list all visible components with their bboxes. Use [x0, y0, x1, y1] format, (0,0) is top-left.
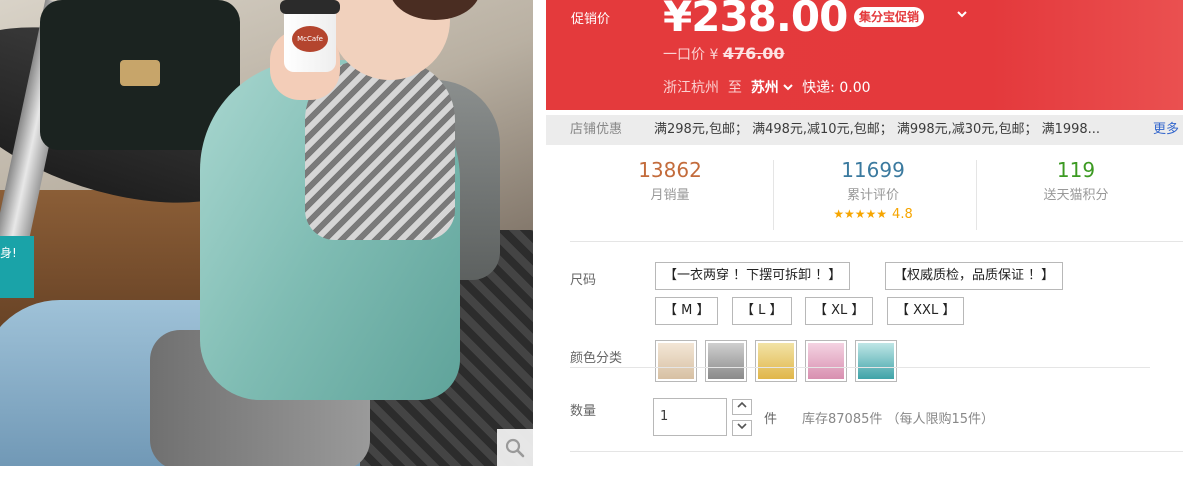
color-label: 颜色分类	[570, 351, 623, 366]
magnifier-icon	[505, 438, 525, 457]
size-option[interactable]: 【一衣两穿 ！下摆可拆卸 ！】	[655, 262, 851, 290]
size-option-xl[interactable]: 【 XL 】	[805, 297, 874, 325]
photo-cup-logo: McCafe	[292, 26, 328, 52]
stat-caption: 月销量	[650, 188, 690, 203]
caret-up-icon	[737, 401, 747, 408]
product-main-image[interactable]: McCafe 身!	[0, 0, 533, 466]
stat-value: 11699	[841, 158, 905, 182]
original-price-value: 476.00	[722, 44, 785, 63]
quantity-label: 数量	[570, 404, 597, 419]
size-label: 尺码	[570, 273, 597, 288]
shipping-line: 浙江杭州 至 苏州 快递: 0.00	[663, 77, 871, 97]
divider	[570, 241, 1183, 242]
stat-monthly-sales: 13862 月销量	[570, 158, 770, 203]
quantity-decrease-button[interactable]	[732, 420, 752, 436]
size-option-m[interactable]: 【 M 】	[655, 297, 719, 325]
size-option[interactable]: 【权威质检，品质保证 ！】	[885, 262, 1064, 290]
stock-info: 库存87085件 （每人限购15件）	[802, 412, 995, 427]
shop-promo-more-link[interactable]: 更多	[1153, 115, 1179, 145]
quantity-increase-button[interactable]	[732, 399, 752, 415]
shop-promo-bar: 店铺优惠 满298元,包邮； 满498元,减10元,包邮； 满998元,减30元…	[546, 115, 1183, 145]
original-price: 一口价 ¥ 476.00	[663, 44, 785, 64]
shop-promo-text: 满298元,包邮； 满498元,减10元,包邮； 满998元,减30元,包邮； …	[654, 122, 1101, 137]
color-swatch[interactable]	[655, 340, 697, 382]
stat-value: 13862	[638, 158, 702, 182]
swatch-thumb	[708, 343, 744, 379]
swatch-thumb	[808, 343, 844, 379]
stat-caption: 送天猫积分	[1043, 188, 1109, 203]
stat-value: 119	[1056, 158, 1096, 182]
original-price-label: 一口价 ¥	[663, 47, 719, 63]
size-option-xxl[interactable]: 【 XXL 】	[887, 297, 965, 325]
swatch-thumb	[658, 343, 694, 379]
ship-to-city-select[interactable]: 苏州	[751, 80, 779, 96]
shop-promo-label: 店铺优惠	[570, 122, 623, 137]
quantity-input[interactable]: 1	[653, 398, 727, 436]
rating-score: 4.8	[892, 207, 913, 222]
star-icons: ★★★★★	[833, 207, 888, 221]
photo-bag-plate	[120, 60, 160, 86]
promo-price-label: 促销价	[571, 12, 611, 27]
size-option-l[interactable]: 【 L 】	[732, 297, 792, 325]
product-detail-panel: 促销价 ¥238.00 集分宝促销 一口价 ¥ 476.00 浙江杭州 至 苏州…	[546, 0, 1183, 478]
color-swatch[interactable]	[705, 340, 747, 382]
zoom-button[interactable]	[497, 429, 533, 466]
swatch-thumb	[858, 343, 894, 379]
chevron-down-icon[interactable]	[956, 8, 968, 24]
photo-cup-lid	[280, 0, 340, 14]
quantity-unit: 件	[764, 412, 778, 427]
divider	[570, 367, 1150, 368]
promo-price-value: ¥238.00	[663, 0, 848, 41]
promo-side-tag-text: 身!	[0, 246, 17, 260]
color-swatch[interactable]	[755, 340, 797, 382]
stats-row: 13862 月销量 11699 累计评价 ★★★★★ 4.8 119 送天猫积分	[570, 150, 1183, 235]
ship-to-word: 至	[727, 80, 742, 96]
express-fee: 快递: 0.00	[802, 80, 871, 96]
rating-stars: ★★★★★ 4.8	[773, 207, 973, 222]
stat-reviews[interactable]: 11699 累计评价 ★★★★★ 4.8	[773, 158, 973, 222]
color-swatch[interactable]	[855, 340, 897, 382]
caret-down-icon	[737, 423, 747, 430]
stat-caption: 累计评价	[846, 188, 899, 203]
promo-side-tag[interactable]: 身!	[0, 236, 34, 298]
stat-points: 119 送天猫积分	[976, 158, 1176, 203]
promo-badge[interactable]: 集分宝促销	[854, 7, 925, 27]
divider	[570, 451, 1183, 452]
price-box: 促销价 ¥238.00 集分宝促销 一口价 ¥ 476.00 浙江杭州 至 苏州…	[546, 0, 1183, 110]
color-swatch[interactable]	[805, 340, 847, 382]
city-chevron-icon[interactable]	[783, 80, 797, 96]
ship-from: 浙江杭州	[663, 80, 719, 96]
swatch-thumb	[758, 343, 794, 379]
cup-logo-text: McCafe	[297, 35, 323, 43]
